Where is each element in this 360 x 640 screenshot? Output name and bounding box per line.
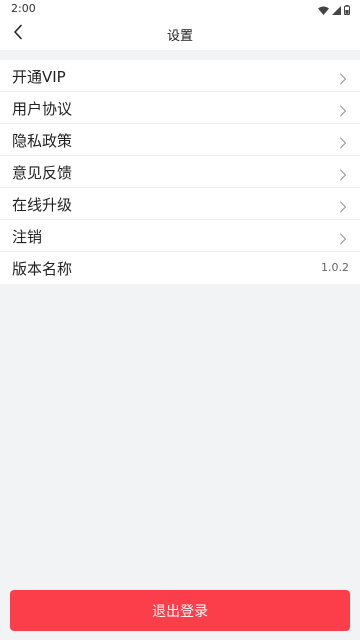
chevron-right-icon	[339, 166, 347, 181]
page-title: 设置	[166, 29, 193, 44]
status-time: 2:00	[11, 2, 36, 15]
logout-button[interactable]: 退出登录	[10, 590, 350, 631]
cell-signal-icon	[332, 0, 341, 19]
settings-item-label: 在线升级	[12, 196, 73, 214]
chevron-right-icon	[339, 198, 347, 213]
settings-item-user-agreement[interactable]: 用户协议	[0, 92, 360, 124]
chevron-right-icon	[339, 230, 347, 245]
status-icons	[318, 3, 350, 15]
settings-item-label: 注销	[12, 228, 43, 246]
settings-item-online-upgrade[interactable]: 在线升级	[0, 188, 360, 220]
settings-item-label: 意见反馈	[12, 164, 73, 182]
settings-item-open-vip[interactable]: 开通VIP	[0, 60, 360, 92]
settings-item-feedback[interactable]: 意见反馈	[0, 156, 360, 188]
settings-item-privacy-policy[interactable]: 隐私政策	[0, 124, 360, 156]
battery-icon	[344, 0, 350, 19]
status-bar: 2:00	[0, 0, 360, 18]
settings-item-label: 隐私政策	[12, 132, 73, 150]
settings-item-label: 用户协议	[12, 100, 73, 118]
nav-bar: 设置	[0, 18, 360, 50]
chevron-right-icon	[339, 134, 347, 149]
settings-item-version: 版本名称 1.0.2	[0, 252, 360, 284]
settings-item-label: 开通VIP	[12, 68, 66, 86]
version-value: 1.0.2	[321, 261, 349, 274]
settings-item-cancel-account[interactable]: 注销	[0, 220, 360, 252]
chevron-right-icon	[339, 102, 347, 117]
settings-item-label: 版本名称	[12, 260, 73, 278]
chevron-right-icon	[339, 70, 347, 85]
wifi-icon	[318, 0, 329, 19]
settings-list: 开通VIP 用户协议 隐私政策 意见反馈 在线升级 注销 版本名称 1.0.2	[0, 60, 360, 284]
